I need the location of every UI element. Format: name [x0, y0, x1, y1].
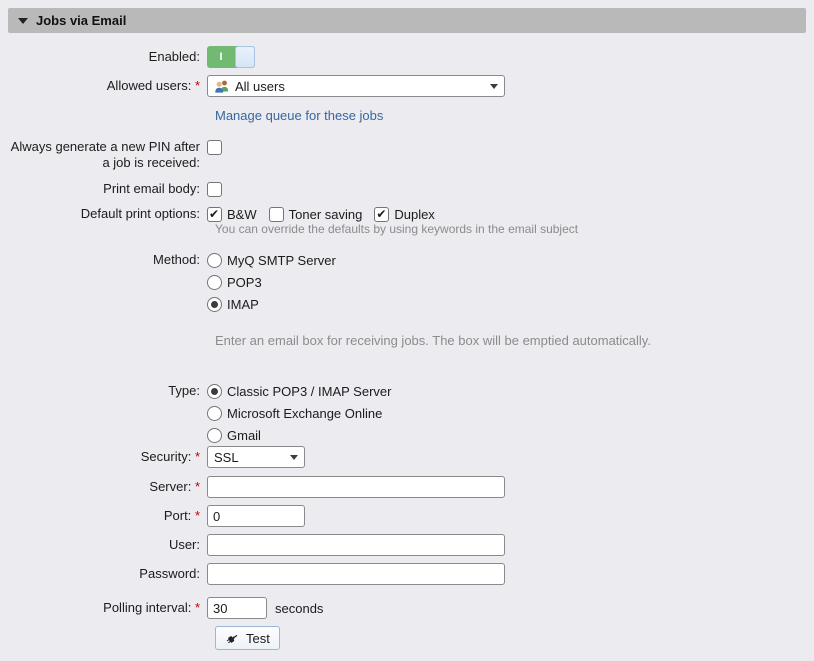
option-duplex: ✔ Duplex — [374, 207, 434, 222]
password-row: Password: — [8, 563, 806, 585]
polling-interval-label: Polling interval: * — [8, 600, 207, 616]
method-option-imap: IMAP — [207, 293, 259, 315]
exchange-online-label: Microsoft Exchange Online — [227, 406, 382, 421]
type-option-exchange: Microsoft Exchange Online — [207, 402, 382, 424]
default-print-options-row: Default print options: ✔ B&W ✔ Toner sav… — [8, 206, 806, 222]
smtp-radio[interactable] — [207, 253, 222, 268]
pop3-label: POP3 — [227, 275, 262, 290]
section-title: Jobs via Email — [36, 13, 126, 28]
user-input[interactable] — [207, 534, 505, 556]
polling-interval-input[interactable] — [207, 597, 267, 619]
pin-label: Always generate a new PIN after a job is… — [8, 139, 207, 171]
test-button[interactable]: Test — [215, 626, 280, 650]
type-option-classic: Classic POP3 / IMAP Server — [207, 380, 391, 402]
server-row: Server: * — [8, 476, 806, 498]
smtp-label: MyQ SMTP Server — [227, 253, 336, 268]
gmail-label: Gmail — [227, 428, 261, 443]
security-row: Security: * SSL — [8, 446, 806, 468]
enabled-row: Enabled: I — [8, 46, 806, 68]
classic-pop3-imap-radio[interactable] — [207, 384, 222, 399]
required-asterisk: * — [195, 479, 200, 494]
chevron-down-icon — [490, 84, 498, 89]
bw-label: B&W — [227, 207, 257, 222]
password-label: Password: — [8, 566, 207, 582]
classic-pop3-imap-label: Classic POP3 / IMAP Server — [227, 384, 391, 399]
print-email-body-row: Print email body: ✔ — [8, 181, 806, 197]
password-input[interactable] — [207, 563, 505, 585]
required-asterisk: * — [195, 78, 200, 93]
port-input[interactable] — [207, 505, 305, 527]
security-select[interactable]: SSL — [207, 446, 305, 468]
pin-row: Always generate a new PIN after a job is… — [8, 139, 806, 171]
allowed-users-select[interactable]: All users — [207, 75, 505, 97]
print-options-hint: You can override the defaults by using k… — [207, 222, 806, 236]
gmail-radio[interactable] — [207, 428, 222, 443]
toggle-knob[interactable] — [235, 46, 255, 68]
print-email-body-checkbox[interactable]: ✔ — [207, 182, 222, 197]
test-row: Test — [207, 626, 806, 650]
polling-interval-row: Polling interval: * seconds — [8, 597, 806, 619]
required-asterisk: * — [195, 449, 200, 464]
user-label: User: — [8, 537, 207, 553]
toner-saving-checkbox[interactable]: ✔ — [269, 207, 284, 222]
toggle-on-glyph: I — [207, 46, 235, 68]
bw-checkbox[interactable]: ✔ — [207, 207, 222, 222]
type-label: Type: — [8, 380, 207, 399]
plug-icon — [225, 631, 240, 646]
exchange-online-radio[interactable] — [207, 406, 222, 421]
users-icon — [214, 79, 230, 94]
method-label: Method: — [8, 249, 207, 268]
print-email-body-label: Print email body: — [8, 181, 207, 197]
pin-checkbox[interactable]: ✔ — [207, 140, 222, 155]
method-row: Method: MyQ SMTP Server POP3 IMAP — [8, 249, 806, 315]
collapse-triangle-icon — [18, 18, 28, 24]
option-toner-saving: ✔ Toner saving — [269, 207, 363, 222]
security-label: Security: * — [8, 449, 207, 465]
required-asterisk: * — [195, 508, 200, 523]
type-row: Type: Classic POP3 / IMAP Server Microso… — [8, 380, 806, 446]
jobs-via-email-panel: Jobs via Email Enabled: I Allowed users:… — [0, 0, 814, 658]
duplex-label: Duplex — [394, 207, 434, 222]
allowed-users-value: All users — [235, 79, 285, 94]
polling-interval-suffix: seconds — [275, 601, 323, 616]
allowed-users-row: Allowed users: * All users — [8, 75, 806, 97]
method-option-pop3: POP3 — [207, 271, 262, 293]
enabled-toggle[interactable]: I — [207, 46, 255, 68]
user-row: User: — [8, 534, 806, 556]
pop3-radio[interactable] — [207, 275, 222, 290]
option-bw: ✔ B&W — [207, 207, 257, 222]
chevron-down-icon — [290, 455, 298, 460]
required-asterisk: * — [195, 600, 200, 615]
port-row: Port: * — [8, 505, 806, 527]
toner-saving-label: Toner saving — [289, 207, 363, 222]
server-input[interactable] — [207, 476, 505, 498]
duplex-checkbox[interactable]: ✔ — [374, 207, 389, 222]
imap-label: IMAP — [227, 297, 259, 312]
type-option-gmail: Gmail — [207, 424, 261, 446]
security-value: SSL — [214, 450, 239, 465]
method-option-smtp: MyQ SMTP Server — [207, 249, 336, 271]
default-print-options-label: Default print options: — [8, 206, 207, 222]
test-button-label: Test — [246, 631, 270, 646]
manage-queue-link[interactable]: Manage queue for these jobs — [215, 108, 383, 123]
server-label: Server: * — [8, 479, 207, 495]
manage-queue-row: Manage queue for these jobs — [207, 108, 806, 124]
mailbox-help-text: Enter an email box for receiving jobs. T… — [207, 333, 806, 349]
enabled-label: Enabled: — [8, 49, 207, 65]
allowed-users-label: Allowed users: * — [8, 78, 207, 94]
port-label: Port: * — [8, 508, 207, 524]
imap-radio[interactable] — [207, 297, 222, 312]
section-header-jobs-via-email[interactable]: Jobs via Email — [8, 8, 806, 33]
